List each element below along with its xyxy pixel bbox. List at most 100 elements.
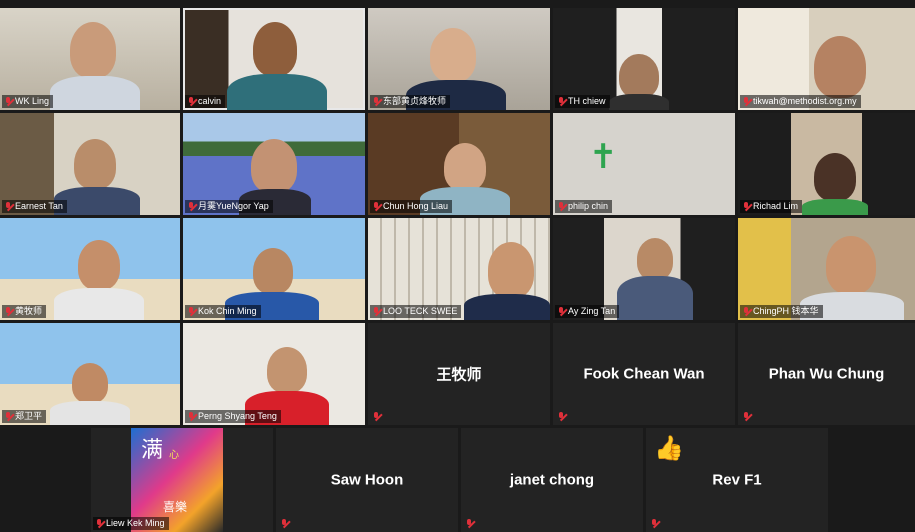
participant-tile[interactable]: ChingPH 钱本华 xyxy=(738,218,915,320)
participant-video xyxy=(227,74,327,110)
participant-tile[interactable]: Saw Hoon xyxy=(276,428,458,532)
participant-video xyxy=(78,240,120,290)
profile-picture-text: 心 xyxy=(169,450,179,461)
video-gallery: WK Ling calvin 东部黄贞烽牧师 TH chiew tikwah@m… xyxy=(0,0,915,532)
participant-nameplate: Kok Chin Ming xyxy=(185,305,261,318)
participant-tile[interactable]: janet chong xyxy=(461,428,643,532)
participant-tile[interactable]: ✝ philip chin xyxy=(553,113,735,215)
participant-nameplate: 东部黄贞烽牧师 xyxy=(370,95,451,108)
participant-tile[interactable]: WK Ling xyxy=(0,8,180,110)
participant-video xyxy=(814,36,866,98)
microphone-muted-icon xyxy=(742,307,750,316)
participant-video xyxy=(70,22,116,78)
participant-video xyxy=(253,248,293,294)
participant-tile[interactable]: 满 心 喜樂 Liew Kek Ming xyxy=(91,428,273,532)
participant-tile[interactable]: Phan Wu Chung xyxy=(738,323,915,425)
participant-tile[interactable]: Richad Lim xyxy=(738,113,915,215)
participant-nameplate: Ay Zing Tan xyxy=(555,305,620,318)
participant-name: philip chin xyxy=(568,201,609,211)
participant-tile[interactable]: 👍 Rev F1 xyxy=(646,428,828,532)
participant-video xyxy=(826,236,876,294)
participant-tile[interactable]: Ay Zing Tan xyxy=(553,218,735,320)
participant-name: Perng Shyang Teng xyxy=(198,411,277,421)
participant-tile[interactable]: Perng Shyang Teng xyxy=(183,323,365,425)
participant-video xyxy=(488,242,534,298)
microphone-muted-icon xyxy=(4,307,12,316)
participant-nameplate: TH chiew xyxy=(555,95,610,108)
participant-nameplate: Perng Shyang Teng xyxy=(185,410,281,423)
participant-video xyxy=(253,22,297,76)
participant-nameplate: LOO TECK SWEE xyxy=(370,305,462,318)
participant-video xyxy=(637,238,673,280)
microphone-muted-icon xyxy=(742,412,750,421)
participant-name: Fook Chean Wan xyxy=(583,365,705,383)
microphone-muted-icon xyxy=(742,97,750,106)
microphone-muted-icon xyxy=(187,97,195,106)
participant-video xyxy=(251,139,297,193)
participant-name: Chun Hong Liau xyxy=(383,201,449,211)
participant-tile[interactable]: TH chiew xyxy=(553,8,735,110)
participant-name: calvin xyxy=(198,96,222,106)
participant-tile[interactable]: 月霙YueNgor Yap xyxy=(183,113,365,215)
participant-nameplate: 黄牧师 xyxy=(2,305,47,318)
participant-nameplate: 月霙YueNgor Yap xyxy=(185,200,273,213)
participant-name: TH chiew xyxy=(568,96,606,106)
microphone-muted-icon xyxy=(557,307,565,316)
participant-tile[interactable]: tikwah@methodist.org.my xyxy=(738,8,915,110)
thumbs-up-icon: 👍 xyxy=(654,435,684,462)
participant-nameplate: calvin xyxy=(185,95,226,108)
participant-video xyxy=(74,139,116,189)
participant-nameplate: Earnest Tan xyxy=(2,200,67,213)
participant-video xyxy=(72,363,108,403)
participant-name: 月霙YueNgor Yap xyxy=(198,201,269,211)
participant-name: tikwah@methodist.org.my xyxy=(753,96,857,106)
microphone-muted-icon xyxy=(650,519,658,528)
participant-tile[interactable]: 黄牧师 xyxy=(0,218,180,320)
participant-nameplate: WK Ling xyxy=(2,95,54,108)
microphone-muted-icon xyxy=(187,412,195,421)
participant-video xyxy=(814,153,856,201)
participant-nameplate: ChingPH 钱本华 xyxy=(740,305,823,318)
participant-name: 郑卫平 xyxy=(15,411,43,421)
participant-tile[interactable]: calvin xyxy=(183,8,365,110)
participant-nameplate: philip chin xyxy=(555,200,613,213)
participant-video xyxy=(609,94,669,110)
participant-name: 黄牧师 xyxy=(15,306,43,316)
participant-tile[interactable]: 王牧师 xyxy=(368,323,550,425)
microphone-muted-icon xyxy=(372,202,380,211)
participant-video xyxy=(267,347,307,393)
profile-picture-text: 满 xyxy=(141,438,164,463)
participant-tile[interactable]: 郑卫平 xyxy=(0,323,180,425)
profile-picture-text: 喜樂 xyxy=(163,500,188,514)
microphone-muted-icon xyxy=(4,97,12,106)
participant-tile[interactable]: Fook Chean Wan xyxy=(553,323,735,425)
participant-name: 东部黄贞烽牧师 xyxy=(383,96,447,106)
participant-nameplate: 郑卫平 xyxy=(2,410,47,423)
participant-video xyxy=(54,187,140,215)
microphone-muted-icon xyxy=(187,307,195,316)
participant-nameplate: Liew Kek Ming xyxy=(93,517,169,530)
participant-tile[interactable]: Earnest Tan xyxy=(0,113,180,215)
participant-name: Kok Chin Ming xyxy=(198,306,257,316)
participant-name: Earnest Tan xyxy=(15,201,63,211)
microphone-muted-icon xyxy=(465,519,473,528)
microphone-muted-icon xyxy=(557,412,565,421)
participant-nameplate: Richad Lim xyxy=(740,200,803,213)
participant-name: Ay Zing Tan xyxy=(568,306,616,316)
participant-name: Richad Lim xyxy=(753,201,799,211)
participant-tile[interactable]: LOO TECK SWEE xyxy=(368,218,550,320)
microphone-muted-icon xyxy=(4,202,12,211)
microphone-muted-icon xyxy=(557,202,565,211)
participant-video xyxy=(54,288,144,320)
participant-name: janet chong xyxy=(509,471,595,489)
microphone-muted-icon xyxy=(95,519,103,528)
microphone-muted-icon xyxy=(187,202,195,211)
participant-tile[interactable]: Kok Chin Ming xyxy=(183,218,365,320)
participant-video xyxy=(50,401,130,425)
participant-tile[interactable]: Chun Hong Liau xyxy=(368,113,550,215)
participant-video xyxy=(464,294,550,320)
participant-name: Rev F1 xyxy=(712,471,762,489)
microphone-muted-icon xyxy=(372,412,380,421)
participant-tile[interactable]: 东部黄贞烽牧师 xyxy=(368,8,550,110)
participant-video xyxy=(802,199,868,215)
